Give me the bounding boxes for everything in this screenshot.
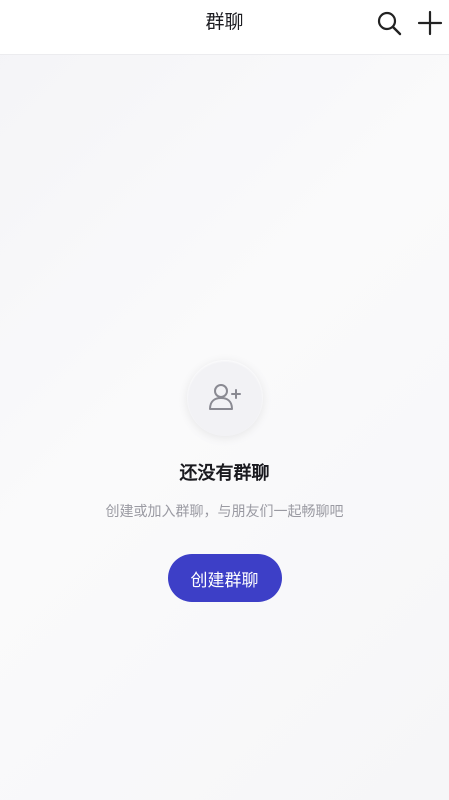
empty-state-title: 还没有群聊: [179, 463, 270, 484]
search-icon: [377, 11, 402, 36]
empty-state-subtitle: 创建或加入群聊，与朋友们一起畅聊吧: [105, 504, 344, 520]
create-group-chat-button[interactable]: 创建群聊: [167, 554, 282, 602]
add-user-icon: [208, 384, 241, 410]
empty-state-icon-container: [186, 360, 263, 436]
empty-state: 还没有群聊 创建或加入群聊，与朋友们一起畅聊吧 创建群聊: [0, 360, 449, 602]
plus-icon: [417, 10, 443, 36]
search-button[interactable]: [372, 6, 406, 40]
top-bar: 群聊: [0, 0, 449, 55]
add-button[interactable]: [413, 6, 447, 40]
group-chat-page: 群聊 还没有群聊 创建或加入群聊，与朋友们一起畅聊吧 创建群聊: [0, 0, 449, 800]
